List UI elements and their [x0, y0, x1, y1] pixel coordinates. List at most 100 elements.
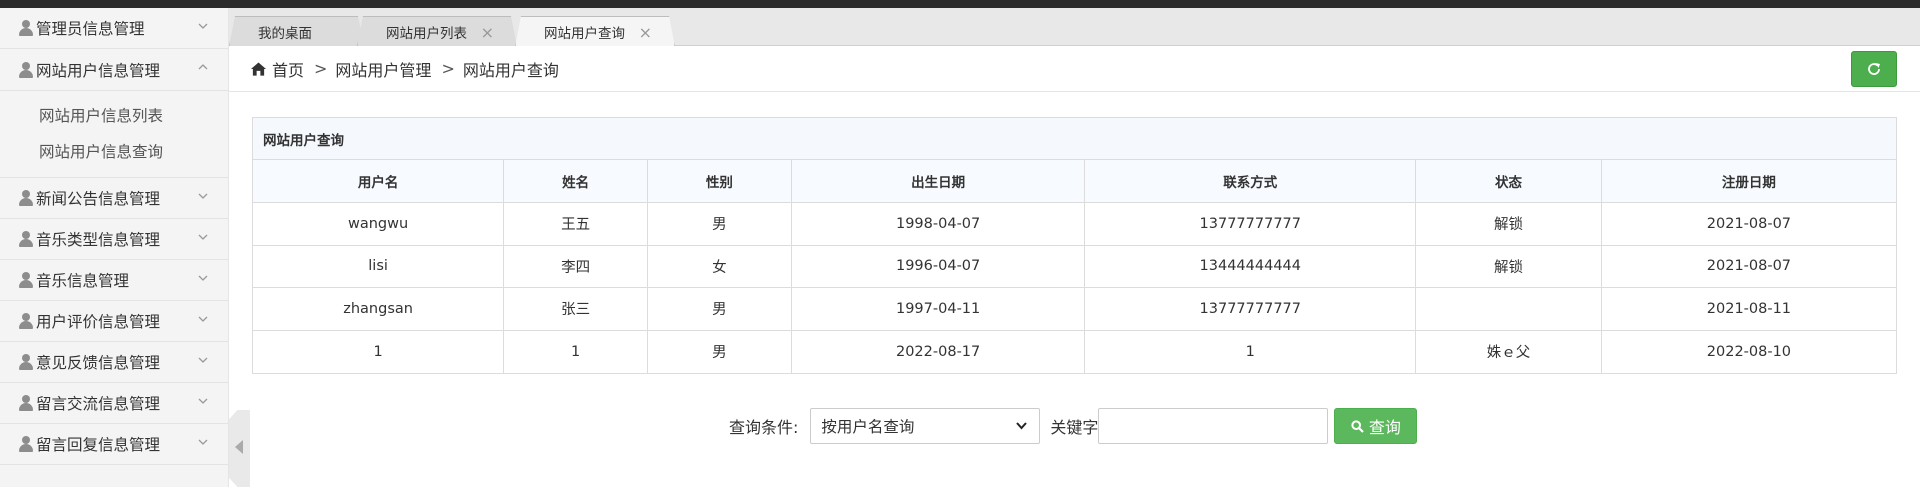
table-row: 1 1 男 2022-08-17 1 姝ｅ父 2022-08-10	[253, 330, 1896, 373]
submenu-site-users: 网站用户信息列表 网站用户信息查询	[0, 90, 228, 178]
chevron-down-icon	[198, 316, 208, 322]
sidebar-item-reviews[interactable]: 用户评价信息管理	[0, 301, 228, 342]
sidebar-item-replies[interactable]: 留言回复信息管理	[0, 424, 228, 465]
table-cell: 1	[253, 330, 505, 373]
tab-bar: 我的桌面 网站用户列表 × 网站用户查询 ×	[229, 8, 1920, 46]
column-header: 性别	[647, 160, 792, 203]
chevron-up-icon	[198, 64, 208, 70]
sidebar-item-label: 用户评价信息管理	[36, 313, 161, 331]
user-icon	[19, 354, 33, 370]
sidebar-item-label: 意见反馈信息管理	[36, 354, 161, 372]
table-cell: 1	[503, 330, 649, 373]
breadcrumb: 首页 > 网站用户管理 > 网站用户查询	[229, 46, 1920, 92]
table-cell: 2021-08-07	[1601, 202, 1896, 246]
sidebar-subitem-user-list[interactable]: 网站用户信息列表	[0, 98, 228, 134]
tab-desktop[interactable]: 我的桌面	[229, 16, 364, 46]
sidebar-subitem-user-query[interactable]: 网站用户信息查询	[0, 134, 228, 170]
table-cell: 1997-04-11	[791, 287, 1086, 331]
user-icon	[19, 313, 33, 329]
search-icon	[1351, 419, 1364, 433]
chevron-down-icon	[198, 275, 208, 281]
search-bar: 查询条件: 按用户名查询 关键字 查询	[729, 408, 1418, 444]
table-cell: 李四	[503, 245, 649, 288]
refresh-button[interactable]	[1851, 51, 1897, 87]
chevron-down-icon	[198, 357, 208, 363]
user-icon	[19, 272, 33, 288]
home-icon	[251, 61, 266, 76]
breadcrumb-separator: >	[441, 59, 455, 78]
refresh-icon	[1868, 63, 1880, 75]
breadcrumb-separator: >	[314, 59, 328, 78]
sidebar-item-news[interactable]: 新闻公告信息管理	[0, 178, 228, 219]
table-cell: 13777777777	[1084, 202, 1417, 246]
user-icon	[19, 20, 33, 36]
sidebar-item-admin[interactable]: 管理员信息管理	[0, 8, 228, 49]
user-table: 用户名 姓名 性别 出生日期 联系方式 状态 注册日期 wangwu 王五 男 …	[253, 160, 1896, 373]
column-header: 出生日期	[791, 160, 1086, 203]
tab-user-query[interactable]: 网站用户查询 ×	[515, 16, 675, 47]
sidebar-item-label: 新闻公告信息管理	[36, 190, 161, 208]
query-button[interactable]: 查询	[1334, 408, 1418, 444]
user-icon	[19, 190, 33, 206]
user-query-panel: 网站用户查询 用户名 姓名 性别 出生日期 联系方式 状态 注册日期 wangw…	[252, 117, 1897, 374]
table-cell: 2021-08-07	[1601, 245, 1896, 288]
table-cell: 男	[647, 287, 792, 331]
table-cell: 女	[647, 245, 792, 288]
table-cell: 姝ｅ父	[1415, 330, 1602, 373]
sidebar-item-label: 留言回复信息管理	[36, 436, 161, 454]
table-cell: 1	[1084, 330, 1417, 373]
sidebar-item-label: 网站用户信息管理	[36, 61, 161, 80]
keyword-input[interactable]	[1098, 408, 1329, 444]
sidebar-item-feedback[interactable]: 意见反馈信息管理	[0, 342, 228, 383]
sidebar: 管理员信息管理 网站用户信息管理 网站用户信息列表 网站用户信息查询 新闻公告信…	[0, 8, 229, 487]
table-cell: 男	[647, 202, 792, 246]
user-icon	[19, 61, 33, 78]
sidebar-collapse-handle[interactable]	[229, 410, 250, 487]
condition-selected-value: 按用户名查询	[821, 418, 915, 436]
sidebar-item-label: 留言交流信息管理	[36, 395, 161, 413]
sidebar-item-music-types[interactable]: 音乐类型信息管理	[0, 219, 228, 260]
query-button-label: 查询	[1368, 418, 1401, 437]
caret-left-icon	[235, 440, 243, 454]
user-icon	[19, 436, 33, 452]
close-icon[interactable]: ×	[481, 23, 494, 42]
table-cell: 2022-08-10	[1706, 343, 1792, 360]
table-cell: 男	[647, 330, 792, 373]
tab-user-list[interactable]: 网站用户列表 ×	[357, 16, 517, 46]
table-header-row: 用户名 姓名 性别 出生日期 联系方式 状态 注册日期	[253, 160, 1896, 203]
tab-label: 网站用户查询	[544, 26, 625, 42]
column-header: 姓名	[503, 160, 649, 203]
tab-label: 网站用户列表	[386, 25, 467, 42]
panel-title: 网站用户查询	[253, 118, 1896, 160]
sidebar-item-label: 管理员信息管理	[36, 20, 145, 38]
chevron-down-icon	[198, 234, 208, 240]
table-cell: 解锁	[1415, 202, 1602, 246]
table-cell: lisi	[253, 245, 505, 288]
table-cell: 13777777777	[1084, 287, 1417, 331]
table-cell: 1998-04-07	[791, 202, 1086, 246]
column-header: 状态	[1415, 160, 1602, 203]
condition-select[interactable]: 按用户名查询	[810, 408, 1041, 444]
sidebar-item-label: 音乐类型信息管理	[36, 231, 161, 249]
table-cell: 2022-08-17	[791, 330, 1086, 373]
table-cell: zhangsan	[253, 287, 505, 331]
table-cell: 张三	[503, 287, 649, 331]
sidebar-item-site-users[interactable]: 网站用户信息管理	[0, 49, 228, 90]
sidebar-item-label: 音乐信息管理	[36, 272, 130, 290]
sidebar-item-music[interactable]: 音乐信息管理	[0, 260, 228, 301]
chevron-down-icon	[198, 439, 208, 445]
table-cell: wangwu	[253, 202, 505, 246]
sidebar-item-messages[interactable]: 留言交流信息管理	[0, 383, 228, 424]
breadcrumb-home[interactable]: 首页	[272, 57, 304, 81]
tab-label: 我的桌面	[258, 25, 312, 42]
breadcrumb-level2: 网站用户查询	[462, 60, 559, 80]
breadcrumb-level1[interactable]: 网站用户管理	[335, 57, 431, 81]
table-row: lisi 李四 女 1996-04-07 13444444444 解锁 2021…	[253, 245, 1896, 288]
table-cell: 2021-08-11	[1601, 287, 1896, 331]
chevron-down-icon	[198, 193, 208, 199]
chevron-down-icon	[198, 23, 208, 29]
table-cell	[1415, 287, 1602, 331]
table-cell: 王五	[503, 202, 649, 246]
close-icon[interactable]: ×	[639, 23, 652, 42]
chevron-down-icon	[1016, 422, 1028, 430]
